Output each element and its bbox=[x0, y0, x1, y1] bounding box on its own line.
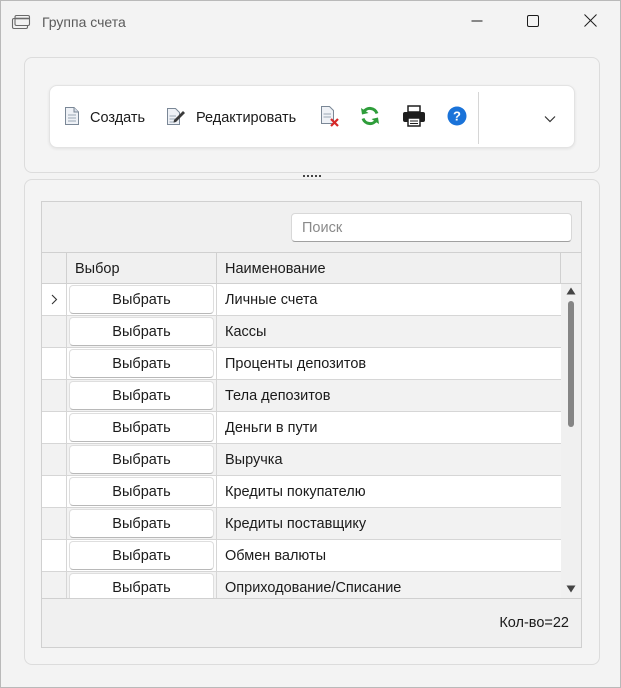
scroll-down-icon[interactable] bbox=[565, 585, 577, 595]
print-button[interactable] bbox=[402, 86, 426, 149]
minimize-icon bbox=[471, 14, 483, 30]
column-header-name[interactable]: Наименование bbox=[217, 253, 561, 284]
record-count: Кол-во=22 bbox=[499, 615, 569, 631]
select-button[interactable]: Выбрать bbox=[69, 477, 214, 506]
toolbar-separator bbox=[478, 92, 479, 144]
row-indicator bbox=[42, 476, 67, 507]
window-title: Группа счета bbox=[42, 14, 126, 30]
grid-rows: Выбрать Личные счета Выбрать Кассы Выбра… bbox=[42, 284, 561, 598]
row-indicator bbox=[42, 348, 67, 379]
row-indicator bbox=[42, 572, 67, 598]
help-button[interactable]: ? bbox=[447, 86, 467, 149]
table-row[interactable]: Выбрать Кассы bbox=[42, 316, 561, 348]
chevron-down-icon bbox=[544, 110, 556, 126]
vertical-scrollbar[interactable] bbox=[561, 284, 581, 598]
table-row[interactable]: Выбрать Проценты депозитов bbox=[42, 348, 561, 380]
row-indicator bbox=[42, 316, 67, 347]
edit-label: Редактировать bbox=[196, 109, 297, 126]
table-row[interactable]: Выбрать Личные счета bbox=[42, 284, 561, 316]
select-button[interactable]: Выбрать bbox=[69, 317, 214, 346]
row-name: Обмен валюты bbox=[225, 547, 327, 564]
row-indicator bbox=[42, 540, 67, 571]
row-name: Личные счета bbox=[225, 291, 318, 308]
table-row[interactable]: Выбрать Обмен валюты bbox=[42, 540, 561, 572]
select-button[interactable]: Выбрать bbox=[69, 445, 214, 474]
row-name: Выручка bbox=[225, 451, 283, 468]
row-name: Оприходование/Списание bbox=[225, 579, 402, 596]
data-grid: Выбор Наименование Выбрать Личные счета … bbox=[41, 201, 582, 648]
select-button[interactable]: Выбрать bbox=[69, 509, 214, 538]
chevron-right-icon bbox=[51, 292, 58, 308]
select-button[interactable]: Выбрать bbox=[69, 413, 214, 442]
table-row[interactable]: Выбрать Деньги в пути bbox=[42, 412, 561, 444]
create-label: Создать bbox=[90, 109, 146, 126]
splitter-handle[interactable] bbox=[303, 173, 321, 179]
minimize-button[interactable] bbox=[454, 7, 500, 37]
row-name: Деньги в пути bbox=[225, 419, 318, 436]
select-button[interactable]: Выбрать bbox=[69, 381, 214, 410]
table-row[interactable]: Выбрать Тела депозитов bbox=[42, 380, 561, 412]
maximize-icon bbox=[527, 14, 539, 30]
refresh-button[interactable] bbox=[359, 86, 381, 149]
row-indicator bbox=[42, 284, 67, 315]
search-input[interactable] bbox=[291, 213, 572, 242]
row-name: Кредиты покупателю bbox=[225, 483, 366, 500]
table-row[interactable]: Выбрать Кредиты покупателю bbox=[42, 476, 561, 508]
select-button[interactable]: Выбрать bbox=[69, 349, 214, 378]
row-indicator bbox=[42, 444, 67, 475]
edit-button[interactable]: Редактировать bbox=[166, 86, 296, 149]
select-button[interactable]: Выбрать bbox=[69, 285, 214, 314]
row-name: Кредиты поставщику bbox=[225, 515, 367, 532]
row-name: Проценты депозитов bbox=[225, 355, 367, 372]
row-name: Тела депозитов bbox=[225, 387, 331, 404]
window: Группа счета Создать Редактировать ? Пои… bbox=[0, 0, 621, 688]
select-button[interactable]: Выбрать bbox=[69, 541, 214, 570]
refresh-icon bbox=[359, 105, 381, 130]
delete-document-icon bbox=[320, 105, 340, 130]
document-icon bbox=[64, 106, 80, 129]
table-row[interactable]: Выбрать Оприходование/Списание bbox=[42, 572, 561, 598]
card-icon bbox=[11, 14, 31, 30]
close-icon bbox=[583, 14, 597, 30]
row-indicator bbox=[42, 412, 67, 443]
maximize-button[interactable] bbox=[510, 7, 556, 37]
row-indicator bbox=[42, 508, 67, 539]
table-row[interactable]: Выбрать Выручка bbox=[42, 444, 561, 476]
delete-button[interactable] bbox=[320, 86, 340, 149]
scroll-up-icon[interactable] bbox=[565, 287, 577, 297]
title-bar[interactable]: Группа счета bbox=[1, 1, 620, 45]
row-indicator bbox=[42, 380, 67, 411]
row-name: Кассы bbox=[225, 323, 267, 340]
svg-text:?: ? bbox=[453, 109, 461, 124]
select-button[interactable]: Выбрать bbox=[69, 573, 214, 598]
grid-footer: Кол-во=22 bbox=[42, 598, 581, 647]
table-row[interactable]: Выбрать Кредиты поставщику bbox=[42, 508, 561, 540]
help-icon: ? bbox=[447, 106, 467, 129]
column-header-select[interactable]: Выбор bbox=[67, 253, 217, 284]
grid-header: Выбор Наименование bbox=[42, 252, 581, 284]
close-button[interactable] bbox=[567, 7, 613, 37]
create-button[interactable]: Создать bbox=[64, 86, 145, 149]
toolbar: Создать Редактировать ? bbox=[49, 85, 575, 148]
edit-document-icon bbox=[166, 106, 186, 129]
print-icon bbox=[402, 105, 426, 130]
toolbar-overflow-button[interactable] bbox=[538, 108, 562, 128]
row-indicator-header bbox=[42, 253, 67, 284]
scrollbar-thumb[interactable] bbox=[568, 301, 574, 427]
